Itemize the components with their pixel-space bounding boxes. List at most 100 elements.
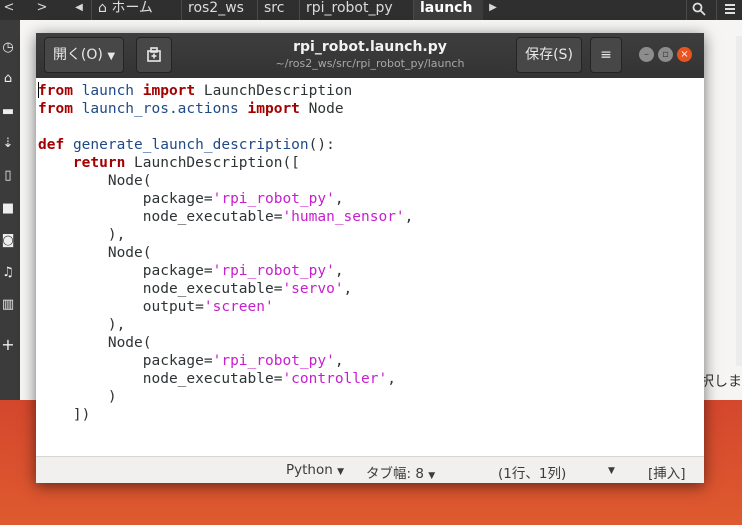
back-button[interactable]: < xyxy=(0,0,18,20)
add-location-icon[interactable]: + xyxy=(0,336,16,354)
code-token: (): xyxy=(308,137,335,153)
code-token: Node( xyxy=(38,335,152,351)
cursor-position: (1行、1列) xyxy=(498,466,567,482)
code-line: ), xyxy=(38,226,413,244)
code-line: package='rpi_robot_py', xyxy=(38,190,413,208)
window-title: rpi_robot.launch.py xyxy=(293,39,447,55)
tab-width-selector[interactable]: タブ幅: 8 ▼ xyxy=(366,462,435,482)
code-token: package= xyxy=(38,353,213,369)
code-line: node_executable='servo', xyxy=(38,280,413,298)
code-token: generate_launch_description xyxy=(72,137,309,153)
chevron-down-icon: ▼ xyxy=(428,471,436,481)
file-manager-sidebar: ◷ ⌂ ▬ ⇣ ▯ ■ ◙ ♫ ▥ + xyxy=(0,20,20,400)
gedit-titlebar: 開く(O) ▼ rpi_robot.launch.py ~/ros2_ws/sr… xyxy=(36,33,704,78)
breadcrumb-home[interactable]: ⌂ ホーム xyxy=(91,0,181,20)
save-button[interactable]: 保存(S) xyxy=(516,37,582,73)
hamburger-menu-icon: ≡ xyxy=(600,47,612,63)
folder-icon[interactable]: ▬ xyxy=(0,103,16,121)
code-token: Node xyxy=(299,101,344,117)
music-icon[interactable]: ♫ xyxy=(0,264,16,282)
code-token: ), xyxy=(38,317,126,333)
code-token: 'human_sensor' xyxy=(282,209,405,225)
tab-width-label: タブ幅: 8 xyxy=(366,466,424,482)
code-token: import xyxy=(142,83,196,99)
close-button[interactable]: × xyxy=(677,47,692,62)
maximize-icon: ▫ xyxy=(662,49,669,60)
window-subtitle-path: ~/ros2_ws/src/rpi_robot_py/launch xyxy=(275,57,465,70)
code-line: from launch_ros.actions import Node xyxy=(38,100,413,118)
code-token: node_executable= xyxy=(38,209,283,225)
code-token: Node( xyxy=(38,245,152,261)
minimize-button[interactable]: – xyxy=(639,47,654,62)
chevron-down-icon: ▼ xyxy=(107,51,116,62)
code-line: ]) xyxy=(38,406,413,424)
code-editor[interactable]: from launch import LaunchDescription from… xyxy=(36,78,704,456)
pictures-icon[interactable]: ◙ xyxy=(0,232,16,250)
trash-icon[interactable]: ▥ xyxy=(0,296,16,314)
code-token: , xyxy=(334,353,344,369)
view-toggle-button[interactable] xyxy=(716,0,742,20)
minimize-icon: – xyxy=(644,49,649,60)
breadcrumb-src[interactable]: src xyxy=(257,0,299,20)
search-button[interactable] xyxy=(686,0,711,20)
breadcrumb-launch[interactable]: launch xyxy=(413,0,483,20)
code-line: return LaunchDescription([ xyxy=(38,154,413,172)
hamburger-menu-button[interactable]: ≡ xyxy=(590,37,622,73)
forward-button[interactable]: > xyxy=(32,0,52,20)
open-button[interactable]: 開く(O) ▼ xyxy=(44,37,124,73)
code-token: node_executable= xyxy=(38,371,283,387)
code-text-area[interactable]: from launch import LaunchDescription from… xyxy=(38,82,413,424)
videos-icon[interactable]: ■ xyxy=(0,200,16,218)
code-token: from xyxy=(38,101,73,117)
code-token: ), xyxy=(38,227,126,243)
code-token: ]) xyxy=(38,407,91,423)
code-line: Node( xyxy=(38,334,413,352)
code-token: package= xyxy=(38,191,213,207)
code-token: 'controller' xyxy=(282,371,388,387)
code-line: def generate_launch_description(): xyxy=(38,136,413,154)
close-icon: × xyxy=(680,49,689,60)
code-line: from launch import LaunchDescription xyxy=(38,82,413,100)
code-line: ) xyxy=(38,388,413,406)
code-token: Node( xyxy=(38,173,152,189)
code-token: , xyxy=(404,209,414,225)
breadcrumb-left-arrow[interactable]: ◀ xyxy=(70,0,88,20)
code-line: package='rpi_robot_py', xyxy=(38,262,413,280)
home-icon[interactable]: ⌂ xyxy=(0,70,16,88)
chevron-down-icon[interactable]: ▼ xyxy=(608,466,615,476)
language-selector[interactable]: Python ▼ xyxy=(286,462,344,478)
code-token: , xyxy=(334,191,344,207)
code-token: ) xyxy=(38,389,117,405)
file-manager-scrollbar[interactable] xyxy=(736,36,742,366)
code-line: node_executable='human_sensor', xyxy=(38,208,414,226)
code-token: node_executable= xyxy=(38,281,283,297)
recent-icon[interactable]: ◷ xyxy=(0,39,16,57)
breadcrumb-rpi-robot-py[interactable]: rpi_robot_py xyxy=(299,0,413,20)
breadcrumb-right-arrow[interactable]: ▶ xyxy=(485,0,501,20)
file-manager-header: < > ◀ ⌂ ホーム ros2_ws src rpi_robot_py lau… xyxy=(0,0,742,20)
code-token: output= xyxy=(38,299,204,315)
code-token: LaunchDescription([ xyxy=(125,155,300,171)
code-token: 'servo' xyxy=(282,281,344,297)
home-icon: ⌂ xyxy=(98,0,107,16)
new-tab-icon xyxy=(147,47,161,62)
documents-icon[interactable]: ▯ xyxy=(0,167,16,185)
code-token: def xyxy=(38,137,65,153)
code-token: 'rpi_robot_py' xyxy=(212,191,335,207)
code-token: , xyxy=(343,281,353,297)
language-label: Python xyxy=(286,462,333,478)
code-line: output='screen' xyxy=(38,298,413,316)
insert-mode-indicator: [挿入] xyxy=(648,466,686,482)
code-token: 'rpi_robot_py' xyxy=(212,353,335,369)
breadcrumb-ros2-ws[interactable]: ros2_ws xyxy=(181,0,257,20)
code-token: return xyxy=(72,155,126,171)
maximize-button[interactable]: ▫ xyxy=(658,47,673,62)
code-token: 'rpi_robot_py' xyxy=(212,263,335,279)
file-manager-status-text: 択しま xyxy=(700,374,742,390)
downloads-icon[interactable]: ⇣ xyxy=(0,135,16,153)
new-document-button[interactable] xyxy=(136,37,172,73)
status-bar: Python ▼ タブ幅: 8 ▼ (1行、1列) ▼ [挿入] xyxy=(36,456,704,483)
breadcrumb-home-label: ホーム xyxy=(111,0,153,16)
